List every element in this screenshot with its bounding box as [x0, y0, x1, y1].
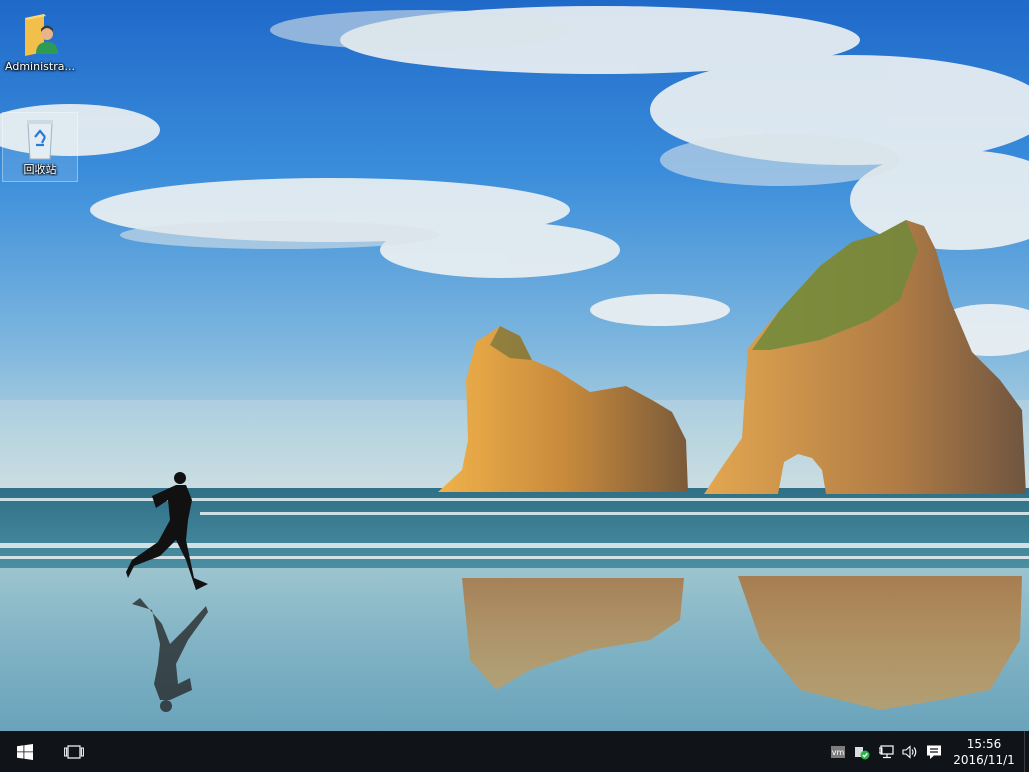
- user-folder-icon: [25, 14, 58, 56]
- action-center-icon: [927, 745, 941, 759]
- desktop-icon-label: 回收站: [23, 163, 57, 176]
- tray-volume[interactable]: [899, 731, 921, 772]
- desktop-icon-administrator[interactable]: Administra...: [2, 12, 78, 73]
- recycle-bin-icon: [27, 120, 53, 160]
- desktop[interactable]: Administra... 回收站: [0, 0, 1029, 731]
- vmware-tools-text: vm: [832, 748, 845, 757]
- desktop-icon-recycle-bin[interactable]: 回收站: [2, 112, 78, 182]
- taskbar: vm 15:56 2016/11/1: [0, 731, 1029, 772]
- volume-icon: [902, 744, 917, 759]
- clock-time: 15:56: [966, 736, 1002, 751]
- task-view-icon: [64, 744, 84, 759]
- start-button[interactable]: [0, 731, 50, 772]
- vmware-tools-icon: vm: [831, 745, 845, 758]
- security-shield-icon: [855, 746, 870, 759]
- show-desktop-button[interactable]: [1024, 731, 1029, 772]
- task-view-button[interactable]: [50, 731, 98, 772]
- windows-logo-icon: [17, 743, 33, 760]
- tray-vmware-tools[interactable]: vm: [828, 731, 848, 772]
- desktop-icon-label: Administra...: [5, 60, 75, 73]
- network-icon: [879, 744, 894, 758]
- tray-action-center[interactable]: [923, 731, 945, 772]
- tray-network[interactable]: [876, 731, 898, 772]
- wallpaper-image: [0, 0, 1029, 731]
- clock-date: 2016/11/1: [953, 752, 1015, 767]
- tray-security[interactable]: [851, 731, 873, 772]
- taskbar-clock[interactable]: 15:56 2016/11/1: [944, 731, 1024, 772]
